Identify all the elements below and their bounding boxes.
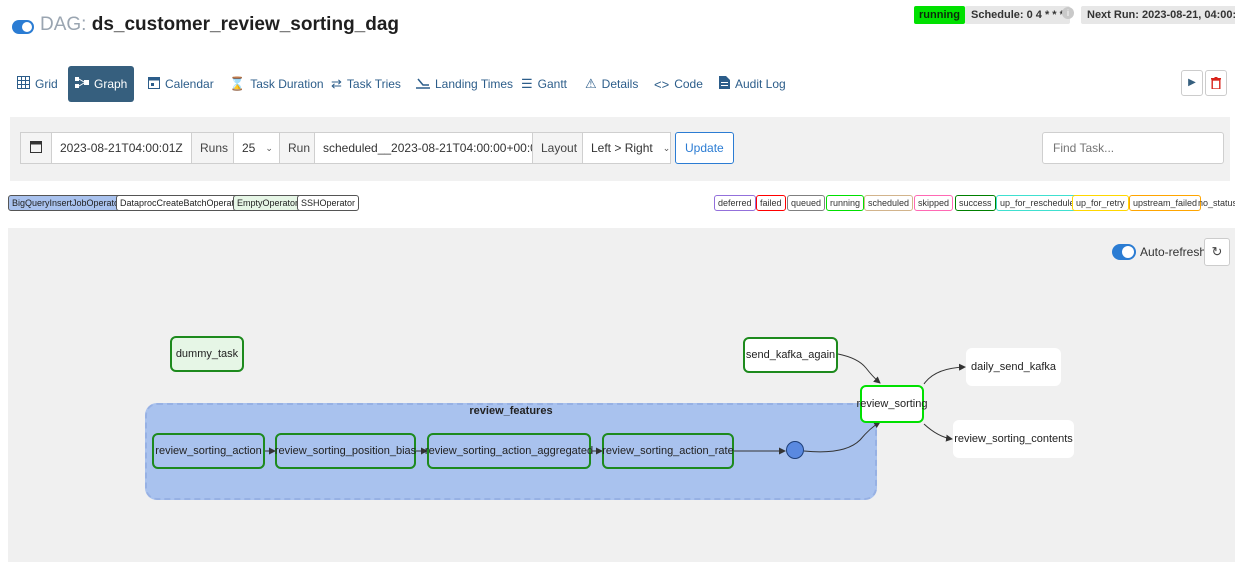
task-group-join-node[interactable] — [786, 441, 804, 459]
task-node-label: dummy_task — [175, 348, 239, 360]
task-node-label: review_sorting_action_rate — [602, 445, 734, 457]
task-node-review-sorting-position-bias[interactable]: review_sorting_position_bias — [275, 433, 416, 469]
edge — [837, 353, 881, 384]
task-node-dummy-task[interactable]: dummy_task — [170, 336, 244, 372]
dag-edges — [265, 353, 966, 455]
task-node-label: review_sorting_action_aggregated — [424, 445, 594, 457]
edge — [923, 363, 966, 385]
edge — [923, 423, 953, 442]
task-node-review-sorting-contents[interactable]: review_sorting_contents — [953, 420, 1074, 458]
task-node-send-kafka-again[interactable]: send_kafka_again — [743, 337, 838, 373]
task-node-label: review_sorting — [856, 398, 928, 410]
task-node-review-sorting-action-rate[interactable]: review_sorting_action_rate — [602, 433, 734, 469]
task-node-label: review_sorting_contents — [954, 433, 1073, 445]
task-node-daily-send-kafka[interactable]: daily_send_kafka — [966, 348, 1061, 386]
task-node-review-sorting[interactable]: review_sorting — [857, 385, 927, 423]
task-node-label: review_sorting_position_bias — [274, 445, 417, 457]
task-node-label: review_sorting_action — [155, 445, 262, 457]
task-node-review-sorting-action-aggregated[interactable]: review_sorting_action_aggregated — [424, 433, 594, 469]
task-node-label: send_kafka_again — [745, 349, 836, 361]
task-node-review-sorting-action[interactable]: review_sorting_action — [152, 433, 265, 469]
task-node-label: daily_send_kafka — [970, 361, 1056, 373]
edge — [803, 421, 881, 453]
airflow-dag-graph-page: DAG: ds_customer_review_sorting_dag runn… — [0, 0, 1235, 562]
